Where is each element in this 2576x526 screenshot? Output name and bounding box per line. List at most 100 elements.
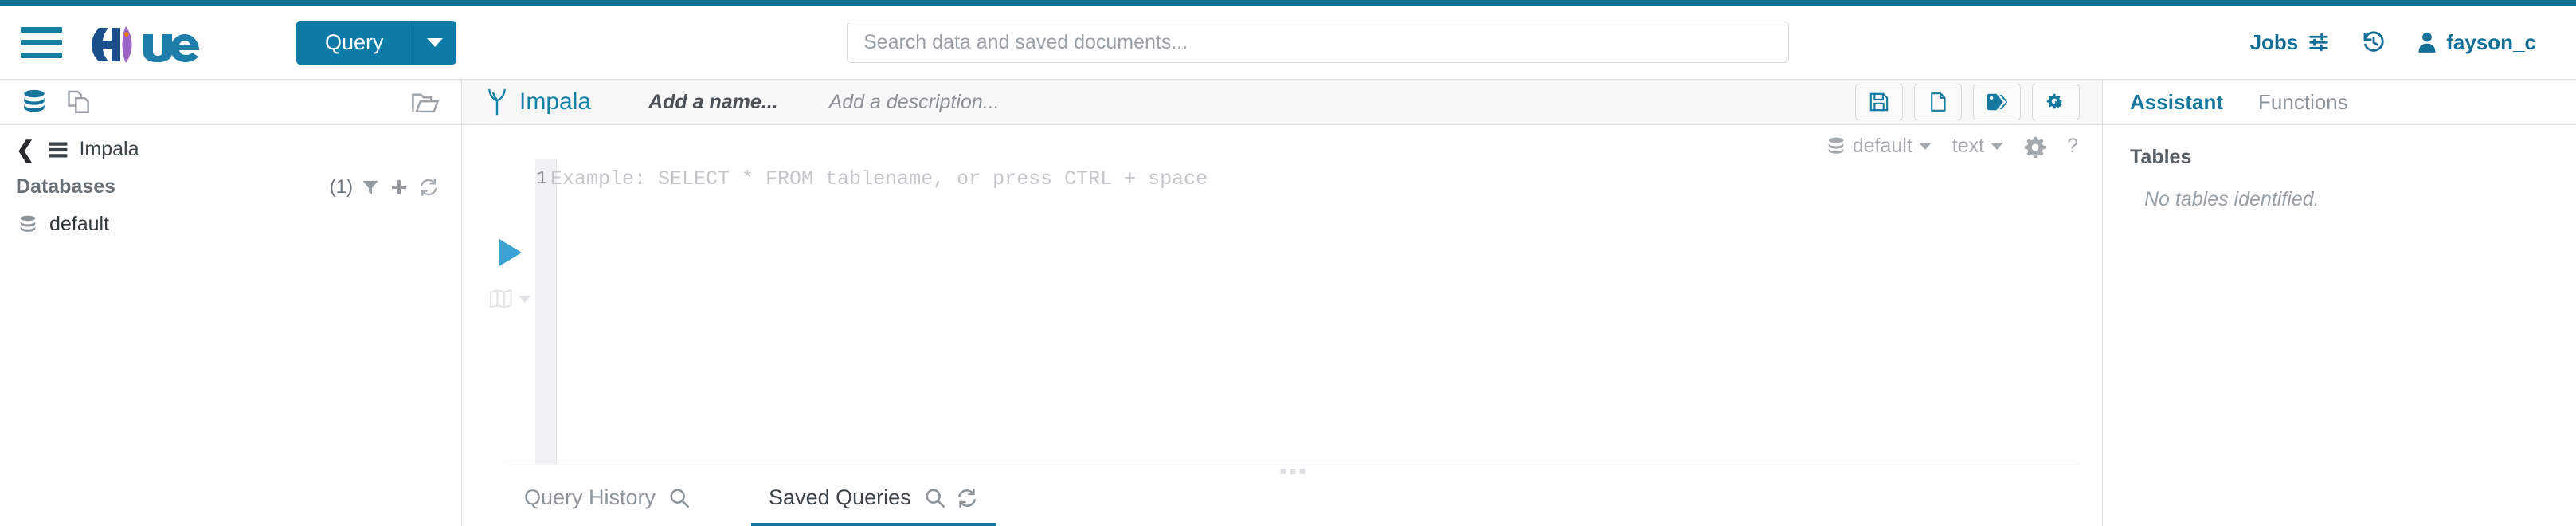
user-name: fayson_c xyxy=(2446,29,2536,54)
assistant-body: Tables No tables identified. xyxy=(2103,125,2576,232)
new-query-button[interactable] xyxy=(1914,84,1962,120)
assistant-panel: Assistant Functions Tables No tables ide… xyxy=(2103,80,2576,526)
hamburger-bar xyxy=(21,39,62,45)
book-icon xyxy=(489,289,513,309)
tab-query-history[interactable]: Query History xyxy=(507,485,708,526)
server-stack-icon xyxy=(47,139,69,160)
main-body: ❮ Impala Databases (1) default Impala Ad… xyxy=(0,80,2576,526)
databases-section-title: Databases xyxy=(16,175,116,198)
global-search xyxy=(847,22,1789,63)
editor-gear-button[interactable] xyxy=(2024,135,2046,158)
database-icon xyxy=(18,214,38,235)
tab-functions[interactable]: Functions xyxy=(2258,90,2348,115)
plus-icon[interactable] xyxy=(390,178,409,197)
document-description-field[interactable]: Add a description... xyxy=(829,91,1000,114)
save-button[interactable] xyxy=(1855,84,1903,120)
code-editor: 1 Example: SELECT * FROM tablename, or p… xyxy=(462,159,2102,465)
search-icon[interactable] xyxy=(668,487,691,509)
hue-logo-icon[interactable] xyxy=(91,22,258,63)
tab-label: Query History xyxy=(524,485,656,509)
jobs-button[interactable]: Jobs xyxy=(2250,30,2331,55)
query-button[interactable]: Query xyxy=(296,20,413,65)
documents-icon[interactable] xyxy=(65,88,92,116)
database-icon[interactable] xyxy=(21,88,48,116)
code-body[interactable]: 1 Example: SELECT * FROM tablename, or p… xyxy=(536,159,2102,465)
sidebar-source-label: Impala xyxy=(79,138,139,160)
result-format-label: text xyxy=(1952,135,1985,157)
gears-icon xyxy=(2045,92,2067,112)
user-menu[interactable]: fayson_c xyxy=(2417,30,2536,55)
tag-icon xyxy=(1986,92,2008,112)
header-actions: Jobs fayson_c xyxy=(2250,30,2549,55)
sidebar-database-item-default[interactable]: default xyxy=(0,205,461,244)
tab-icons xyxy=(924,487,978,509)
databases-actions xyxy=(361,177,439,198)
settings-button[interactable] xyxy=(2032,84,2080,120)
top-accent-strip xyxy=(0,0,2576,6)
gear-icon xyxy=(2024,135,2046,158)
assistant-tables-empty: No tables identified. xyxy=(2144,188,2320,210)
explain-button[interactable] xyxy=(489,289,532,309)
bottom-tabs: Query History Saved Queries xyxy=(462,465,2102,526)
history-button[interactable] xyxy=(2362,30,2386,54)
line-number: 1 xyxy=(536,168,548,190)
assistant-tables-heading: Tables xyxy=(2130,146,2192,168)
file-icon xyxy=(1928,92,1948,112)
handle-dot xyxy=(1280,469,1286,474)
tag-button[interactable] xyxy=(1973,84,2021,120)
impala-logo-icon xyxy=(486,88,508,116)
engine-label: Impala xyxy=(519,88,592,115)
hamburger-bar xyxy=(21,52,62,58)
query-dropdown-button[interactable] xyxy=(412,20,456,65)
code-line: 1 Example: SELECT * FROM tablename, or p… xyxy=(536,166,2102,193)
engine-selector[interactable]: Impala xyxy=(486,88,591,116)
filter-icon[interactable] xyxy=(361,178,380,197)
history-clock-icon xyxy=(2362,30,2386,54)
sliders-icon xyxy=(2308,31,2330,53)
databases-count: (1) xyxy=(329,175,353,198)
tab-saved-queries[interactable]: Saved Queries xyxy=(751,485,996,526)
left-sidebar: ❮ Impala Databases (1) default xyxy=(0,80,462,526)
editor-column: Impala Add a name... Add a description..… xyxy=(462,80,2103,526)
sidebar-database-label: default xyxy=(49,213,110,235)
result-format-selector[interactable]: text xyxy=(1952,135,2004,158)
chevron-down-icon xyxy=(518,294,532,304)
tab-label: Saved Queries xyxy=(769,485,911,509)
resize-handle[interactable] xyxy=(1280,469,1305,474)
assistant-tabs: Assistant Functions xyxy=(2103,80,2576,125)
hamburger-icon[interactable] xyxy=(21,23,62,61)
document-name-field[interactable]: Add a name... xyxy=(648,91,778,114)
editor-settings-bar: default text ? xyxy=(462,125,2102,159)
user-icon xyxy=(2417,31,2437,53)
refresh-icon[interactable] xyxy=(418,177,439,198)
database-selector[interactable]: default xyxy=(1826,135,1932,158)
chevron-down-icon xyxy=(1991,143,2004,150)
play-icon[interactable] xyxy=(499,239,522,266)
search-icon[interactable] xyxy=(924,487,946,509)
global-header: Query Jobs xyxy=(0,6,2576,80)
editor-help-button[interactable]: ? xyxy=(2067,135,2078,158)
hamburger-bar xyxy=(21,26,62,33)
handle-dot xyxy=(1299,469,1305,474)
jobs-label: Jobs xyxy=(2249,29,2299,54)
database-selector-label: default xyxy=(1852,135,1912,157)
chevron-left-icon[interactable]: ❮ xyxy=(16,138,37,161)
handle-dot xyxy=(1290,469,1295,474)
open-folder-icon[interactable] xyxy=(410,88,440,116)
run-controls xyxy=(486,159,535,465)
query-button-group[interactable]: Query xyxy=(296,20,456,65)
database-icon xyxy=(1826,136,1846,157)
databases-section-header: Databases (1) xyxy=(0,166,461,205)
editor-header-actions xyxy=(1855,84,2080,120)
chevron-down-icon xyxy=(1918,143,1932,150)
refresh-icon[interactable] xyxy=(956,487,978,509)
tab-icons xyxy=(668,487,691,509)
sidebar-toolbar xyxy=(0,80,461,125)
chevron-down-icon xyxy=(426,37,443,47)
sidebar-breadcrumb[interactable]: ❮ Impala xyxy=(0,125,461,166)
floppy-disk-icon xyxy=(1869,92,1889,112)
search-input[interactable] xyxy=(847,22,1789,63)
editor-header: Impala Add a name... Add a description..… xyxy=(462,80,2102,125)
editor-gutter xyxy=(535,159,557,465)
tab-assistant[interactable]: Assistant xyxy=(2130,90,2223,115)
